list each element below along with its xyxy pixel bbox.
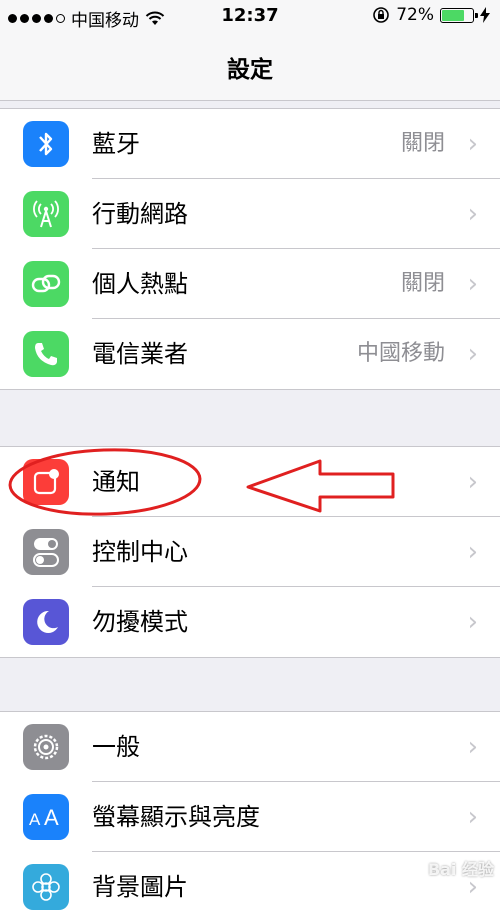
settings-row-cellular[interactable]: 行動網路 › bbox=[0, 179, 500, 249]
row-label: 背景圖片 bbox=[92, 873, 188, 901]
chevron-right-icon: › bbox=[467, 269, 478, 299]
svg-text:A: A bbox=[29, 810, 41, 829]
settings-row-wallpaper[interactable]: 背景圖片 › bbox=[0, 852, 500, 922]
cellular-antenna-icon bbox=[23, 191, 69, 237]
hotspot-chain-icon bbox=[23, 261, 69, 307]
row-label: 一般 bbox=[92, 733, 140, 761]
page-title: 設定 bbox=[227, 57, 273, 83]
control-center-toggles-icon bbox=[23, 529, 69, 575]
settings-row-personal-hotspot[interactable]: 個人熱點 關閉 › bbox=[0, 249, 500, 319]
navigation-bar: 設定 bbox=[0, 34, 500, 101]
row-value: 中國移動 bbox=[356, 341, 445, 366]
settings-group-general: 一般 › A A 螢幕顯示與亮度 › 背景圖片 › bbox=[0, 711, 500, 922]
text-size-aa-icon: A A bbox=[23, 794, 69, 840]
chevron-right-icon: › bbox=[467, 199, 478, 229]
chevron-right-icon: › bbox=[467, 802, 478, 832]
settings-row-control-center[interactable]: 控制中心 › bbox=[0, 517, 500, 587]
row-label: 個人熱點 bbox=[92, 270, 188, 298]
row-value: 關閉 bbox=[400, 271, 445, 296]
row-label: 藍牙 bbox=[92, 130, 140, 158]
charging-bolt-icon bbox=[480, 7, 490, 23]
chevron-right-icon: › bbox=[467, 732, 478, 762]
settings-row-carrier[interactable]: 電信業者 中國移動 › bbox=[0, 319, 500, 389]
row-label: 勿擾模式 bbox=[92, 608, 188, 636]
row-label: 控制中心 bbox=[92, 538, 188, 566]
battery-percent: 72% bbox=[396, 5, 434, 25]
chevron-right-icon: › bbox=[467, 607, 478, 637]
wallpaper-flower-icon bbox=[23, 864, 69, 910]
chevron-right-icon: › bbox=[467, 537, 478, 567]
settings-row-display-brightness[interactable]: A A 螢幕顯示與亮度 › bbox=[0, 782, 500, 852]
chevron-right-icon: › bbox=[467, 467, 478, 497]
chevron-right-icon: › bbox=[467, 339, 478, 369]
notifications-icon bbox=[23, 459, 69, 505]
settings-row-notifications[interactable]: 通知 › bbox=[0, 447, 500, 517]
svg-text:A: A bbox=[44, 805, 59, 829]
orientation-lock-icon bbox=[373, 7, 390, 23]
watermark-logo: Bai 经验 bbox=[427, 860, 494, 879]
settings-row-bluetooth[interactable]: 藍牙 關閉 › bbox=[0, 109, 500, 179]
row-label: 行動網路 bbox=[92, 200, 188, 228]
settings-group-connectivity: 藍牙 關閉 › 行動網路 › 個人熱點 關閉 › 電信業者 中國移動 › bbox=[0, 108, 500, 390]
phone-icon bbox=[23, 331, 69, 377]
status-right: 72% bbox=[372, 5, 490, 25]
moon-icon bbox=[23, 599, 69, 645]
battery-icon bbox=[440, 7, 478, 23]
row-label: 電信業者 bbox=[92, 340, 188, 368]
settings-group-notifications: 通知 › 控制中心 › 勿擾模式 › bbox=[0, 446, 500, 658]
settings-row-general[interactable]: 一般 › bbox=[0, 712, 500, 782]
gear-icon bbox=[23, 724, 69, 770]
battery-fill bbox=[442, 9, 464, 21]
row-label: 螢幕顯示與亮度 bbox=[92, 803, 260, 831]
settings-row-do-not-disturb[interactable]: 勿擾模式 › bbox=[0, 587, 500, 657]
bluetooth-icon bbox=[23, 121, 69, 167]
row-label: 通知 bbox=[92, 468, 140, 496]
chevron-right-icon: › bbox=[467, 129, 478, 159]
status-bar: 中国移动 12:37 72% bbox=[0, 0, 500, 34]
row-value: 關閉 bbox=[400, 131, 445, 156]
